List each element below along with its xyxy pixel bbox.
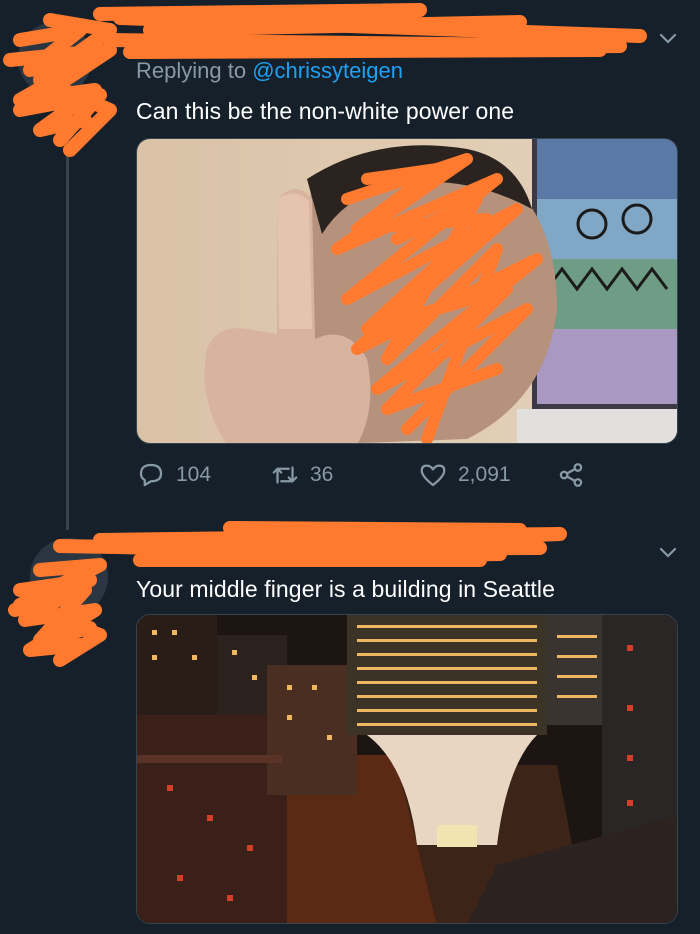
tweet-photo[interactable] bbox=[136, 138, 678, 444]
reply-count: 104 bbox=[176, 463, 212, 486]
like-button[interactable]: 2,091 bbox=[418, 460, 511, 490]
thread-line bbox=[66, 100, 69, 530]
retweet-button[interactable]: 36 bbox=[270, 460, 333, 490]
photo-content bbox=[137, 615, 677, 923]
share-button[interactable] bbox=[556, 460, 586, 490]
photo-content bbox=[137, 139, 677, 443]
tweet-photo[interactable] bbox=[136, 614, 678, 924]
retweet-count: 36 bbox=[310, 463, 334, 486]
tweet-actions: 104 36 2,091 bbox=[136, 460, 606, 500]
tweet-2[interactable]: Your middle finger is a building in Seat… bbox=[0, 520, 700, 934]
mention-link[interactable]: @chrissyteigen bbox=[252, 58, 403, 83]
tweet-1[interactable]: Replying to @chrissyteigen Can this be t… bbox=[0, 0, 700, 530]
share-icon bbox=[559, 463, 583, 487]
retweet-icon bbox=[272, 466, 298, 484]
replying-to-label: Replying to bbox=[136, 58, 247, 83]
reply-icon bbox=[139, 463, 163, 487]
chevron-down-icon[interactable] bbox=[656, 540, 680, 564]
replying-to: Replying to @chrissyteigen bbox=[136, 58, 403, 84]
chevron-down-icon[interactable] bbox=[656, 26, 680, 50]
tweet-text: Can this be the non-white power one bbox=[136, 98, 515, 124]
like-icon bbox=[420, 464, 446, 487]
like-count: 2,091 bbox=[458, 463, 511, 486]
tweet-text: Your middle finger is a building in Seat… bbox=[136, 576, 555, 602]
reply-button[interactable]: 104 bbox=[136, 460, 211, 490]
